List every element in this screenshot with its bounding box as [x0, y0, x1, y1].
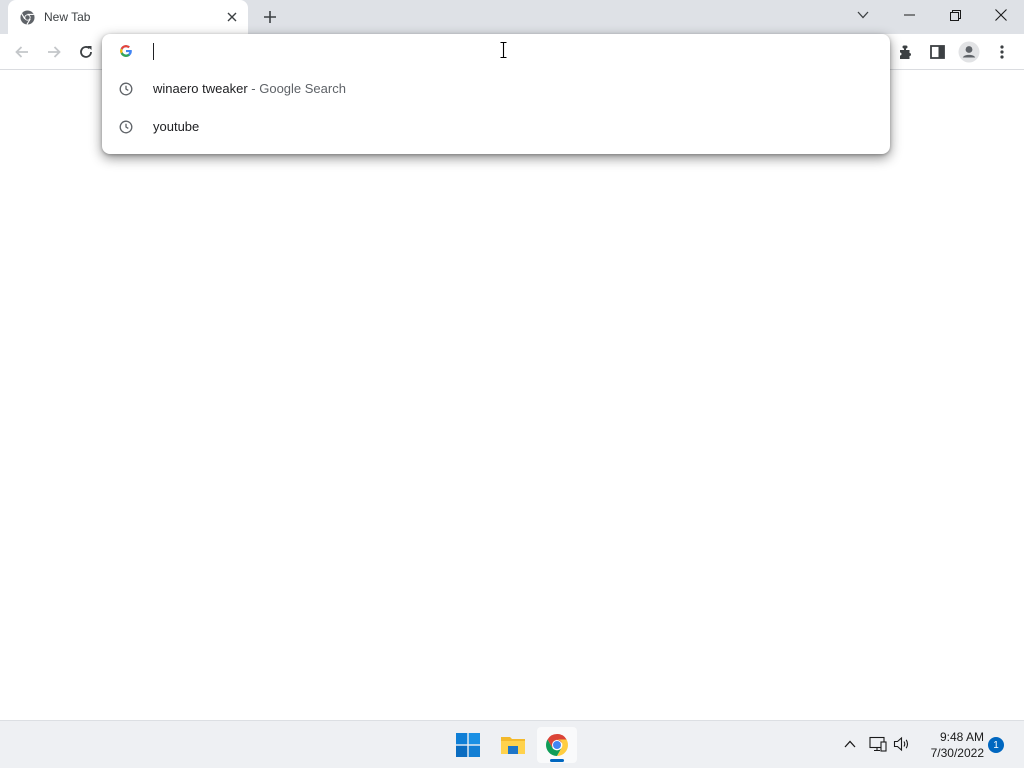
restore-icon — [949, 9, 961, 21]
back-arrow-icon — [15, 46, 28, 58]
forward-arrow-icon — [48, 46, 61, 58]
close-icon — [995, 9, 1007, 21]
show-hidden-icons-button[interactable] — [839, 733, 861, 755]
close-window-button[interactable] — [978, 0, 1024, 30]
notification-badge[interactable]: 1 — [988, 737, 1004, 753]
taskbar: 9:48 AM 7/30/2022 — [0, 720, 1024, 768]
clock-time: 9:48 AM — [939, 730, 984, 744]
tab-new-tab[interactable]: New Tab — [8, 0, 248, 34]
network-button[interactable] — [867, 733, 889, 755]
menu-button[interactable] — [988, 38, 1016, 66]
running-indicator — [550, 759, 564, 762]
start-button[interactable] — [448, 727, 488, 763]
restore-button[interactable] — [932, 0, 978, 30]
tab-search-button[interactable] — [840, 0, 886, 30]
clock[interactable]: 9:48 AM 7/30/2022 — [918, 729, 984, 761]
chrome-icon — [20, 10, 35, 25]
minimize-button[interactable] — [886, 0, 932, 30]
ibeam-cursor-icon — [500, 41, 507, 63]
tab-title: New Tab — [44, 10, 91, 24]
text-caret — [153, 43, 154, 60]
profile-icon — [958, 41, 980, 63]
side-panel-button[interactable] — [923, 38, 951, 66]
volume-icon — [893, 736, 909, 752]
reload-icon — [80, 46, 92, 58]
volume-button[interactable] — [891, 733, 913, 755]
clock-date: 7/30/2022 — [930, 746, 984, 760]
back-button[interactable] — [8, 38, 36, 66]
file-explorer-icon — [501, 737, 525, 754]
extensions-icon — [900, 45, 911, 59]
file-explorer-button[interactable] — [493, 727, 533, 763]
tab-search-icon — [857, 11, 869, 19]
profile-button[interactable] — [955, 38, 983, 66]
google-g-icon — [119, 44, 133, 58]
chevron-up-icon — [844, 740, 856, 748]
new-tab-button[interactable] — [258, 6, 282, 28]
windows-start-icon — [456, 733, 480, 757]
side-panel-icon — [929, 45, 945, 59]
network-icon — [869, 736, 887, 752]
tab-close-icon[interactable] — [222, 7, 242, 27]
chrome-taskbar-button[interactable] — [537, 727, 577, 763]
chrome-icon — [546, 734, 568, 756]
tab-strip: New Tab — [0, 0, 1024, 34]
forward-button[interactable] — [40, 38, 68, 66]
reload-button[interactable] — [72, 38, 100, 66]
page-content — [0, 71, 1024, 720]
minimize-icon — [903, 14, 915, 16]
extensions-button[interactable] — [892, 38, 920, 66]
menu-icon — [1000, 45, 1004, 59]
